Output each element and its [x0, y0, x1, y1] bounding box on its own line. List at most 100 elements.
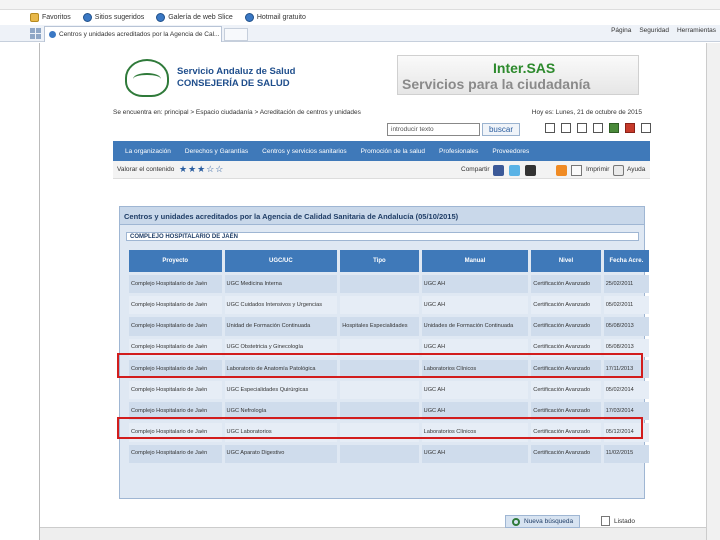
col-header-manual[interactable]: Manual	[421, 250, 529, 272]
cell-nivel: Certificación Avanzado	[531, 380, 601, 400]
hotmail-label: Hotmail gratuito	[256, 14, 306, 21]
search-button[interactable]: buscar	[482, 123, 520, 136]
nav-item-centros[interactable]: Centros y servicios sanitarios	[262, 148, 347, 155]
cell-nivel: Certificación Avanzado	[531, 275, 601, 294]
rss-icon[interactable]	[556, 165, 567, 176]
search-icon	[512, 517, 520, 526]
cell-proyecto: Complejo Hospitalario de Jaén	[129, 317, 222, 336]
page-menu[interactable]: Página	[611, 27, 631, 34]
document-icon[interactable]	[593, 123, 603, 133]
rating-label: Valorar el contenido	[117, 166, 175, 173]
listado-label: Listado	[614, 517, 635, 525]
hotmail-item[interactable]: Hotmail gratuito	[244, 13, 306, 22]
help-icon[interactable]	[613, 165, 624, 176]
table-row[interactable]: Complejo Hospitalario de Jaén Unidad de …	[129, 317, 649, 336]
cell-manual: UGC AH	[421, 296, 529, 315]
web-slice-gallery-item[interactable]: Galería de web Slice	[156, 13, 233, 22]
cell-proyecto: Complejo Hospitalario de Jaén	[129, 275, 222, 294]
logo-line1: Servicio Andaluz de Salud	[177, 66, 296, 77]
highlight-box-laboratorios	[117, 417, 643, 439]
browser-window: Favoritos Sitios sugeridos Galería de we…	[0, 0, 720, 540]
nav-item-organizacion[interactable]: La organización	[125, 148, 171, 155]
cell-proyecto: Complejo Hospitalario de Jaén	[129, 296, 222, 315]
vertical-scrollbar[interactable]	[706, 43, 720, 540]
nav-item-promocion[interactable]: Promoción de la salud	[361, 148, 425, 155]
left-gutter	[0, 43, 40, 540]
cell-nivel: Certificación Avanzado	[531, 444, 601, 463]
cell-tipo: Hospitales Especialidades	[340, 317, 419, 336]
favorites-bar: Favoritos Sitios sugeridos Galería de we…	[30, 10, 720, 25]
hospital-subtitle: COMPLEJO HOSPITALARIO DE JAÉN	[126, 232, 639, 241]
table-row[interactable]: Complejo Hospitalario de Jaén UGC Cuidad…	[129, 296, 649, 315]
document-icon	[601, 516, 610, 526]
new-search-button[interactable]: Nueva búsqueda	[505, 515, 581, 528]
nav-item-profesionales[interactable]: Profesionales	[439, 148, 478, 155]
cell-ugc: UGC Especialidades Quirúrgicas	[224, 380, 338, 400]
cell-manual: UGC AH	[421, 275, 529, 294]
cell-fecha: 05/02/2014	[603, 380, 649, 400]
cell-tipo	[340, 380, 419, 400]
menu-strip	[0, 0, 720, 10]
listado-button[interactable]: Listado	[601, 516, 635, 526]
facebook-icon[interactable]	[493, 165, 504, 176]
rating-stars[interactable]: ★★★☆☆	[179, 164, 224, 175]
cell-manual: UGC AH	[421, 444, 529, 463]
date-text: Hoy es: Lunes, 21 de octubre de 2015	[531, 109, 642, 116]
suggested-sites-item[interactable]: Sitios sugeridos	[82, 13, 145, 22]
nav-item-proveedores[interactable]: Proveedores	[492, 148, 529, 155]
table-header-row: Proyecto UGC/UC Tipo Manual Nivel Fecha …	[129, 250, 649, 272]
col-header-ugc[interactable]: UGC/UC	[224, 250, 338, 272]
search-input[interactable]	[387, 123, 480, 136]
document-icon[interactable]	[641, 123, 651, 133]
junta-andalucia-logo-icon	[125, 59, 169, 97]
table-row[interactable]: Complejo Hospitalario de Jaén UGC Especi…	[129, 380, 649, 400]
security-menu[interactable]: Seguridad	[639, 27, 669, 34]
twitter-icon[interactable]	[509, 165, 520, 176]
cell-manual: UGC AH	[421, 380, 529, 400]
print-icon[interactable]	[571, 165, 582, 176]
table-row[interactable]: Complejo Hospitalario de Jaén UGC Aparat…	[129, 444, 649, 463]
cell-nivel: Certificación Avanzado	[531, 317, 601, 336]
cell-proyecto: Complejo Hospitalario de Jaén	[129, 444, 222, 463]
banner-subtitle: Servicios para la ciudadanía	[402, 76, 591, 92]
home-icon[interactable]	[545, 123, 555, 133]
cell-tipo	[340, 296, 419, 315]
highlight-box-anatomia	[117, 353, 643, 378]
web-slice-gallery-label: Galería de web Slice	[168, 14, 233, 21]
accessibility-icon[interactable]	[609, 123, 619, 133]
intersas-banner[interactable]: Inter.SAS Servicios para la ciudadanía	[397, 55, 639, 95]
panel-footer: Nueva búsqueda Listado	[119, 515, 645, 529]
logo-text: Servicio Andaluz de Salud CONSEJERÍA DE …	[177, 66, 295, 90]
cell-ugc: UGC Aparato Digestivo	[224, 444, 338, 463]
quick-tabs-icon[interactable]	[30, 28, 41, 39]
new-tab-button[interactable]	[224, 28, 248, 41]
tab-active[interactable]: Centros y unidades acreditados por la Ag…	[44, 26, 222, 42]
cell-proyecto: Complejo Hospitalario de Jaén	[129, 380, 222, 400]
print-label[interactable]: Imprimir	[586, 166, 609, 173]
tools-menu[interactable]: Herramientas	[677, 27, 716, 34]
delicious-icon[interactable]	[525, 165, 536, 176]
favorites-item[interactable]: Favoritos	[30, 13, 71, 22]
document-icon[interactable]	[577, 123, 587, 133]
sas-logo[interactable]: Servicio Andaluz de Salud CONSEJERÍA DE …	[125, 57, 305, 99]
document-icon[interactable]	[561, 123, 571, 133]
col-header-tipo[interactable]: Tipo	[340, 250, 419, 272]
col-header-fecha[interactable]: Fecha Acre.	[603, 250, 649, 272]
cell-fecha: 11/02/2015	[603, 444, 649, 463]
language-icon[interactable]	[625, 123, 635, 133]
col-header-proyecto[interactable]: Proyecto	[129, 250, 222, 272]
new-search-label: Nueva búsqueda	[524, 518, 574, 525]
help-label[interactable]: Ayuda	[627, 166, 645, 173]
main-nav: La organización Derechos y Garantías Cen…	[113, 141, 650, 161]
tool-icons	[545, 123, 651, 133]
ie-icon	[82, 13, 92, 22]
cell-ugc: UGC Cuidados Intensivos y Urgencias	[224, 296, 338, 315]
table-row[interactable]: Complejo Hospitalario de Jaén UGC Medici…	[129, 275, 649, 294]
col-header-nivel[interactable]: Nivel	[531, 250, 601, 272]
ie-icon	[244, 13, 254, 22]
ie-icon	[156, 13, 166, 22]
cell-fecha: 05/02/2011	[603, 296, 649, 315]
nav-item-derechos[interactable]: Derechos y Garantías	[185, 148, 248, 155]
suggested-sites-label: Sitios sugeridos	[94, 14, 145, 21]
cell-tipo	[340, 275, 419, 294]
